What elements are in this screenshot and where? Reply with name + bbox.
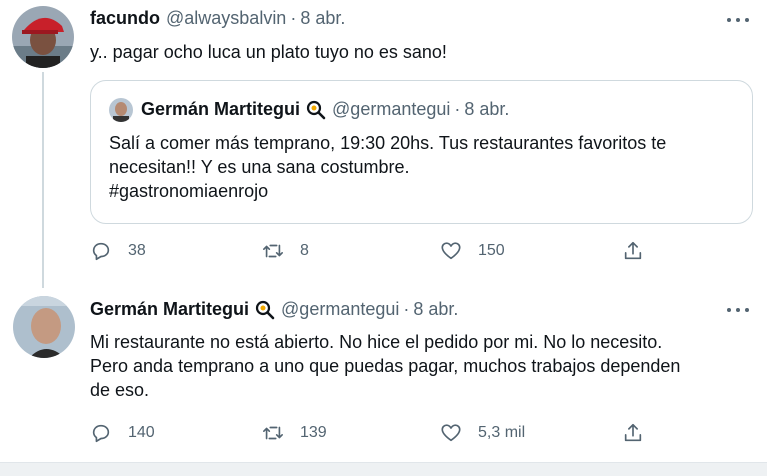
like-button[interactable]: 150 — [440, 240, 505, 262]
tweet-actions: 140 139 5,3 mil — [90, 422, 650, 448]
display-name[interactable]: facundo — [90, 8, 160, 29]
quote-hashtag[interactable]: #gastronomiaenrojo — [109, 179, 739, 203]
share-button[interactable] — [622, 422, 660, 444]
tweet-date[interactable]: 8 abr. — [300, 8, 345, 29]
reply-icon — [92, 242, 110, 261]
share-button[interactable] — [622, 240, 660, 262]
user-handle[interactable]: @germantegui — [281, 299, 399, 320]
separator-dot: · — [454, 99, 461, 119]
heart-icon — [441, 242, 461, 260]
retweet-icon — [263, 244, 283, 258]
retweet-count: 139 — [300, 424, 327, 441]
heart-icon — [441, 424, 461, 442]
like-button[interactable]: 5,3 mil — [440, 422, 525, 444]
quote-text: Salí a comer más temprano, 19:30 20hs. T… — [109, 131, 739, 203]
quote-header: Germán Martitegui @germantegui · 8 abr. — [141, 99, 509, 120]
like-count: 5,3 mil — [478, 424, 526, 441]
avatar-german[interactable] — [13, 296, 75, 358]
tweet-header: facundo @alwaysbalvin · 8 abr. — [90, 8, 345, 29]
user-handle[interactable]: @alwaysbalvin — [166, 8, 286, 29]
display-name: Germán Martitegui — [141, 99, 301, 119]
like-count: 150 — [478, 242, 505, 259]
tweet-line: de eso. — [90, 380, 150, 400]
reply-button[interactable]: 140 — [90, 422, 155, 444]
avatar-german-small — [109, 98, 133, 122]
separator-dot: · — [290, 8, 297, 28]
magnifier-badge-icon — [306, 100, 326, 119]
reply-button[interactable]: 38 — [90, 240, 146, 262]
tweet-header: Germán Martitegui @germantegui · 8 abr. — [90, 299, 458, 320]
share-icon — [624, 423, 642, 442]
magnifier-badge-icon — [255, 300, 275, 319]
quoted-tweet[interactable]: Germán Martitegui @germantegui · 8 abr. … — [90, 80, 753, 224]
tweet-line: Pero anda temprano a uno que puedas paga… — [90, 356, 681, 376]
bottom-divider — [0, 462, 767, 476]
tweet-text: Mi restaurante no está abierto. No hice … — [90, 330, 740, 402]
reply-count: 140 — [128, 424, 155, 441]
tweet-actions: 38 8 150 — [90, 240, 650, 266]
retweet-count: 8 — [300, 242, 309, 259]
quote-line: necesitan!! Y es una sana costumbre. — [109, 157, 410, 177]
tweet-line: Mi restaurante no está abierto. No hice … — [90, 332, 663, 352]
avatar-facundo[interactable] — [12, 6, 74, 68]
reply-icon — [92, 424, 110, 443]
thread-line — [42, 72, 44, 288]
retweet-button[interactable]: 8 — [262, 240, 309, 262]
tweet-text: y.. pagar ocho luca un plato tuyo no es … — [90, 42, 447, 62]
tweet-date[interactable]: 8 abr. — [413, 299, 458, 320]
retweet-button[interactable]: 139 — [262, 422, 327, 444]
more-icon[interactable] — [727, 306, 749, 314]
share-icon — [624, 241, 642, 260]
tweet-facundo[interactable]: facundo @alwaysbalvin · 8 abr. y.. pagar… — [0, 0, 767, 288]
reply-count: 38 — [128, 242, 146, 259]
user-handle: @germantegui — [332, 99, 451, 119]
more-icon[interactable] — [727, 16, 749, 24]
quote-line: Salí a comer más temprano, 19:30 20hs. T… — [109, 133, 667, 153]
separator-dot: · — [403, 299, 410, 319]
retweet-icon — [263, 426, 283, 440]
tweet-date: 8 abr. — [464, 99, 510, 119]
display-name[interactable]: Germán Martitegui — [90, 299, 249, 320]
